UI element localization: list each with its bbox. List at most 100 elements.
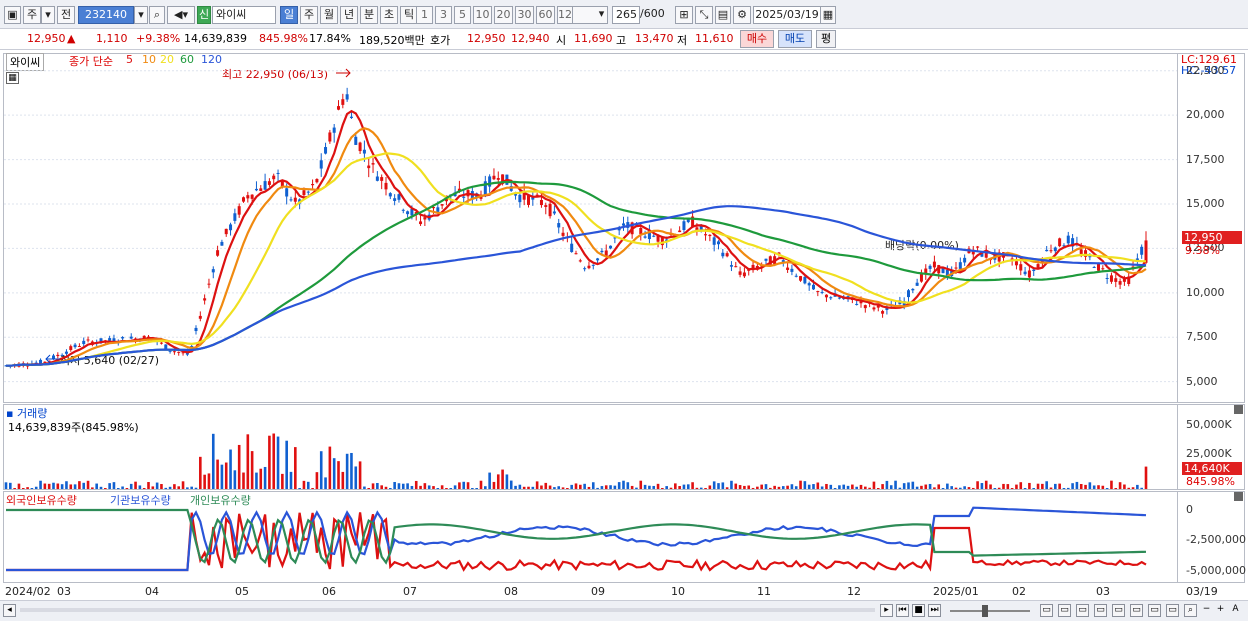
volume-bar: [587, 486, 591, 489]
volume-bar: [756, 486, 759, 489]
candle-body: [397, 194, 401, 200]
last-page-icon[interactable]: ⏭: [928, 604, 941, 617]
scroll-right-icon[interactable]: ▸: [880, 604, 893, 617]
candle-body: [820, 291, 824, 293]
candle-body: [388, 193, 392, 197]
candle-body: [198, 315, 202, 319]
layout-8-icon[interactable]: ▭: [1166, 604, 1179, 617]
stop-icon[interactable]: ■: [912, 604, 925, 617]
volume-bar: [1092, 485, 1096, 489]
volume-bar: [518, 484, 522, 489]
xaxis-label: 03: [1096, 585, 1110, 598]
candle-body: [108, 338, 112, 341]
volume-bar: [665, 486, 668, 489]
bottom-bar: ◂ ▸ ⏮ ■ ⏭ ▭ ▭ ▭ ▭ ▭ ▭ ▭ ▭ ⌕ − + A: [0, 600, 1248, 621]
volume-bar: [997, 487, 1001, 489]
volume-bar: [1015, 484, 1018, 489]
candle-body: [263, 181, 267, 190]
volume-bar: [142, 488, 146, 489]
layout-1-icon[interactable]: ▭: [1040, 604, 1053, 617]
candle-body: [77, 346, 81, 348]
candle-body: [863, 305, 867, 309]
volume-bar: [661, 488, 664, 489]
font-size-icon[interactable]: A: [1229, 604, 1242, 617]
volume-bar: [613, 485, 617, 489]
volume-bar: [168, 486, 172, 489]
candle-body: [1058, 238, 1062, 247]
volume-bar: [1049, 487, 1053, 489]
candle-body: [401, 209, 405, 211]
volume-bar: [553, 487, 556, 489]
volume-bar: [803, 481, 807, 489]
candle-body: [652, 235, 656, 237]
layout-4-icon[interactable]: ▭: [1094, 604, 1107, 617]
volume-bar: [984, 480, 988, 489]
volume-bar: [825, 483, 828, 489]
volume-bar: [1144, 466, 1148, 489]
first-page-icon[interactable]: ⏮: [896, 604, 909, 617]
volume-bar: [937, 484, 941, 489]
volume-bar: [591, 482, 595, 489]
volume-bar: [574, 483, 578, 489]
volume-bar: [967, 487, 971, 489]
volume-bar: [479, 480, 483, 489]
volume-bar: [39, 480, 42, 489]
candle-body: [881, 311, 885, 314]
layout-2-icon[interactable]: ▭: [1058, 604, 1071, 617]
volume-bar: [1114, 488, 1118, 489]
scroll-left-icon[interactable]: ◂: [3, 604, 16, 617]
candle-body: [591, 264, 595, 266]
candle-body: [1045, 249, 1049, 252]
candle-body: [289, 199, 293, 201]
candle-body: [704, 234, 708, 236]
volume-bar: [639, 480, 643, 489]
layout-5-icon[interactable]: ▭: [1112, 604, 1125, 617]
candle-body: [220, 241, 224, 246]
volume-bar: [134, 481, 137, 489]
volume-bar: [963, 486, 966, 489]
volume-bar: [1118, 482, 1122, 489]
volume-bar: [263, 466, 267, 489]
volume-bar: [898, 487, 902, 489]
volume-bar: [332, 458, 336, 489]
volume-bar: [790, 484, 794, 489]
candle-body: [380, 177, 384, 181]
zoom-out-icon[interactable]: −: [1200, 604, 1213, 617]
layout-3-icon[interactable]: ▭: [1076, 604, 1089, 617]
volume-bar: [220, 464, 224, 489]
volume-bar: [414, 480, 418, 489]
scrollbar-track[interactable]: [20, 608, 875, 612]
layout-7-icon[interactable]: ▭: [1148, 604, 1161, 617]
candle-body: [64, 351, 68, 354]
zoom-in-plus-icon[interactable]: +: [1214, 604, 1227, 617]
volume-bar: [99, 486, 103, 489]
volume-bar: [941, 488, 945, 489]
volume-bar: [164, 487, 168, 489]
layout-6-icon[interactable]: ▭: [1130, 604, 1143, 617]
candle-body: [384, 182, 388, 190]
candle-body: [496, 178, 500, 180]
volume-bar: [885, 480, 889, 489]
candle-body: [259, 188, 263, 191]
volume-bar: [475, 488, 478, 489]
candle-body: [919, 273, 923, 282]
volume-bar: [306, 481, 310, 489]
magnifier-icon[interactable]: ⌕: [1184, 604, 1197, 617]
candle-body: [349, 116, 353, 118]
candle-body: [712, 237, 716, 245]
zoom-slider[interactable]: [950, 610, 1030, 612]
volume-bar: [186, 487, 189, 489]
candle-body: [600, 250, 604, 253]
candle-body: [159, 342, 163, 344]
candle-body: [1066, 235, 1070, 244]
zoom-slider-thumb[interactable]: [982, 605, 988, 617]
volume-bar: [1054, 483, 1057, 489]
volume-bar: [769, 487, 772, 489]
volume-bar: [462, 481, 466, 489]
volume-bar: [760, 484, 763, 489]
volume-bar: [229, 449, 232, 489]
candle-body: [302, 190, 306, 196]
candle-body: [203, 298, 207, 301]
candle-body: [285, 188, 289, 197]
candle-body: [907, 290, 910, 298]
